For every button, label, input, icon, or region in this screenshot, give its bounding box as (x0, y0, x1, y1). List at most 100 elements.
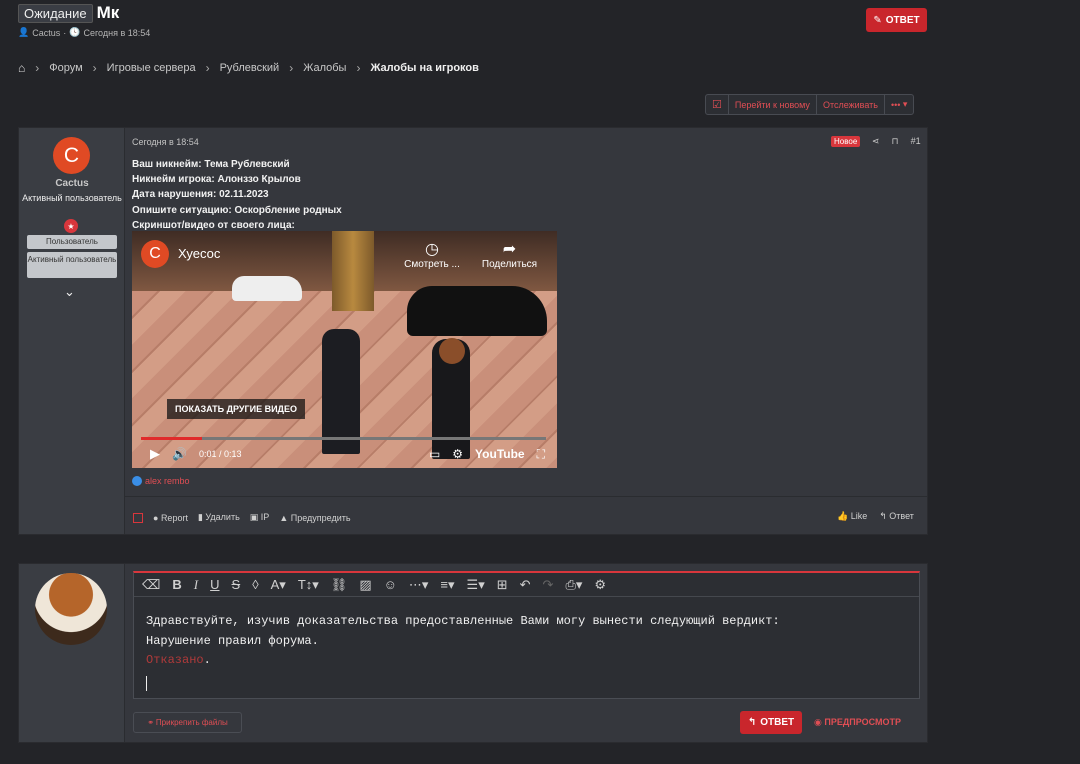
thread-time[interactable]: Сегодня в 18:54 (83, 28, 150, 38)
more-options-icon[interactable]: ⋯▾ (409, 577, 429, 593)
reactor-name[interactable]: alex rembo (145, 476, 190, 486)
report-button[interactable]: ● Report (153, 513, 188, 523)
chevron-down-icon[interactable]: ⌄ (64, 284, 75, 300)
reply-button[interactable]: ↰ Ответ (879, 511, 914, 522)
select-checkbox[interactable] (133, 512, 143, 523)
preview-button[interactable]: ◉ ПРЕДПРОСМОТР (814, 717, 901, 728)
youtube-logo[interactable]: YouTube (475, 447, 525, 461)
refused-text: Отказано (146, 653, 204, 667)
avatar[interactable]: C (53, 137, 90, 174)
drafts-icon[interactable]: ⎙▾ (565, 577, 582, 593)
chevron-right-icon: › (35, 61, 40, 75)
goto-new-button[interactable]: Перейти к новому (729, 95, 817, 114)
editor-line: Здравствуйте, изучив доказательства пред… (146, 614, 780, 628)
video-scene-person (322, 329, 360, 454)
pencil-icon: ✎ (873, 14, 882, 26)
reply-button-top[interactable]: ✎ ОТВЕТ (866, 8, 927, 32)
share-icon[interactable]: ⋖ (872, 136, 880, 147)
post-footer: ● Report ▮ Удалить ▣ IP ▲ Предупредить 👍… (125, 496, 927, 534)
clock-icon: ◷ (425, 241, 439, 258)
image-icon[interactable]: ▨ (359, 577, 371, 593)
eraser-icon[interactable]: ⌫ (142, 577, 160, 593)
new-badge: Новое (831, 136, 861, 147)
smiley-icon[interactable]: ☺ (384, 577, 397, 592)
user-tag: Активный пользователь (27, 252, 117, 278)
thread-author[interactable]: Cactus (32, 28, 60, 38)
bookmark-icon[interactable]: ⊓ (892, 136, 899, 147)
underline-icon[interactable]: U (210, 577, 219, 592)
reply-arrow-icon: ↰ (747, 717, 757, 728)
reactions-bar[interactable]: alex rembo (132, 476, 190, 486)
bold-icon[interactable]: B (172, 577, 181, 592)
eye-icon: ◉ (814, 717, 822, 727)
post-username[interactable]: Cactus (19, 178, 125, 189)
breadcrumb-item[interactable]: Форум (49, 62, 82, 74)
color-drop-icon[interactable]: ◊ (252, 577, 258, 592)
like-reaction-icon (132, 476, 142, 486)
post: C Cactus Активный пользователь ★ Пользов… (18, 127, 928, 535)
content-line: Дата нарушения: 02.11.2023 (132, 189, 269, 201)
share-arrow-icon: ➦ (502, 241, 517, 258)
editor-content[interactable]: Здравствуйте, изучив доказательства пред… (146, 612, 780, 691)
strikethrough-icon[interactable]: S (232, 577, 241, 592)
channel-avatar[interactable]: C (141, 240, 169, 268)
video-scene-car (232, 276, 302, 301)
breadcrumb: ⌂ › Форум › Игровые сервера › Рублевский… (18, 61, 479, 75)
watch-later-button[interactable]: ◷ Смотреть ... (402, 239, 462, 270)
user-title: Активный пользователь (22, 193, 122, 203)
video-time: 0:01 / 0:13 (198, 449, 242, 459)
share-button[interactable]: ➦ Поделиться (477, 239, 542, 270)
more-menu-button[interactable]: ••• ▾ (885, 95, 913, 114)
like-button[interactable]: 👍 Like (837, 511, 867, 522)
content-line: Ваш никнейм: Тема Рублевский (132, 159, 290, 170)
ip-button[interactable]: ▣ IP (250, 512, 270, 523)
list-icon[interactable]: ☰▾ (467, 577, 485, 593)
post-user-panel: C Cactus Активный пользователь ★ Пользов… (19, 128, 125, 534)
more-videos-button[interactable]: ПОКАЗАТЬ ДРУГИЕ ВИДЕО (167, 399, 305, 419)
fullscreen-icon[interactable]: ⛶ (537, 447, 545, 462)
play-icon[interactable]: ▶ (150, 446, 160, 462)
user-tag: Пользователь (27, 235, 117, 249)
volume-icon[interactable]: 🔊 (172, 447, 187, 461)
send-reply-button[interactable]: ↰ ОТВЕТ (740, 711, 802, 734)
thread-toolbar: ☑ Перейти к новому Отслеживать ••• ▾ (705, 94, 915, 115)
watch-button[interactable]: Отслеживать (817, 95, 885, 114)
video-scene-pillar (332, 231, 374, 311)
breadcrumb-current[interactable]: Жалобы на игроков (370, 62, 478, 74)
user-icon: 👤 (18, 27, 30, 37)
font-family-icon[interactable]: A▾ (271, 577, 286, 593)
reply-user-panel (19, 564, 125, 742)
font-size-icon[interactable]: T↕▾ (298, 577, 319, 593)
avatar[interactable] (35, 573, 107, 645)
text-cursor (146, 675, 147, 691)
editor-line: Нарушение правил форума. (146, 633, 319, 648)
channel-name[interactable]: Хуесос (178, 246, 220, 261)
table-icon[interactable]: ⊞ (497, 577, 508, 593)
thread-title-row: Ожидание Мк (18, 3, 119, 23)
settings-icon[interactable]: ⚙ (452, 447, 463, 461)
italic-icon[interactable]: I (194, 577, 198, 593)
align-icon[interactable]: ≡▾ (440, 577, 454, 593)
settings-icon[interactable]: ⚙ (594, 577, 606, 593)
warn-button[interactable]: ▲ Предупредить (279, 513, 350, 523)
undo-icon[interactable]: ↶ (520, 577, 531, 593)
thread-meta: 👤 Cactus · 🕓 Сегодня в 18:54 (18, 27, 151, 38)
delete-button[interactable]: ▮ Удалить (198, 512, 240, 523)
post-content: Ваш никнейм: Тема Рублевский Никнейм игр… (132, 157, 342, 233)
breadcrumb-item[interactable]: Игровые сервера (107, 62, 196, 74)
post-number[interactable]: #1 (911, 136, 921, 147)
breadcrumb-item[interactable]: Рублевский (220, 62, 280, 74)
status-chip[interactable]: Ожидание (18, 3, 93, 23)
video-embed[interactable]: C Хуесос ◷ Смотреть ... ➦ Поделиться ПОК… (132, 231, 557, 468)
link-icon[interactable]: ⛓ (331, 577, 348, 593)
post-date[interactable]: Сегодня в 18:54 (132, 137, 199, 147)
clock-icon: 🕓 (69, 27, 81, 37)
redo-icon[interactable]: ↷ (543, 577, 554, 593)
reply-editor[interactable]: ⌫ B I U S ◊ A▾ T↕▾ ⛓ ▨ ☺ ⋯▾ ≡▾ ☰▾ ⊞ ↶ ↷ … (133, 571, 920, 699)
home-icon[interactable]: ⌂ (18, 61, 25, 75)
breadcrumb-item[interactable]: Жалобы (303, 62, 346, 74)
captions-icon[interactable]: ▭ (429, 447, 440, 461)
attach-files-button[interactable]: ⚭ Прикрепить файлы (133, 712, 242, 733)
check-icon-button[interactable]: ☑ (706, 95, 729, 114)
video-progress-bar[interactable] (141, 437, 546, 440)
